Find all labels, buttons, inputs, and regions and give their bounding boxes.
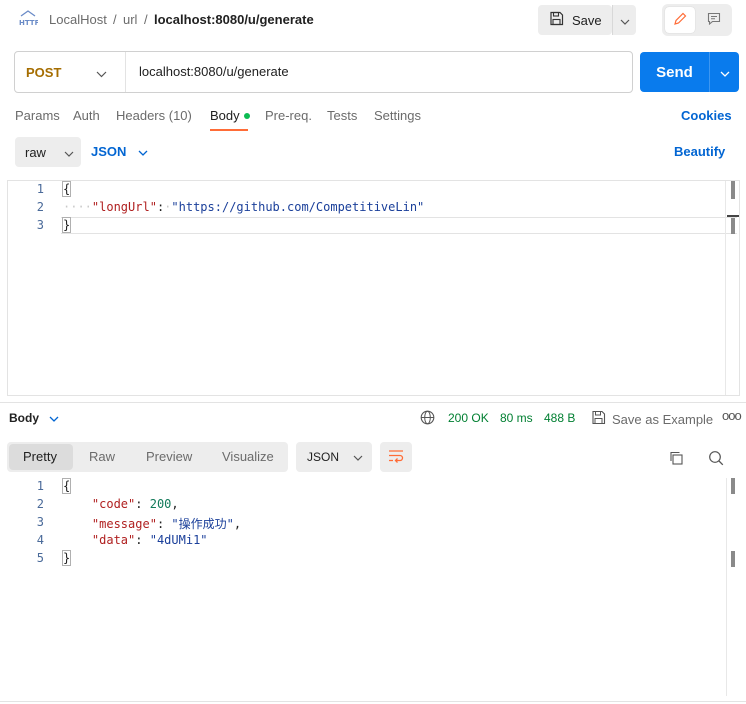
bottom-divider [0, 701, 746, 702]
pencil-icon [673, 12, 687, 29]
editor-scrollbar[interactable] [725, 181, 726, 395]
json-key: "data" [91, 533, 136, 547]
body-type-label: raw [25, 144, 46, 160]
view-tab-raw[interactable]: Raw [89, 449, 115, 464]
code-line: { [61, 181, 72, 197]
breadcrumb-separator: / [113, 12, 117, 27]
save-button[interactable]: Save [538, 5, 612, 35]
json-value: "操作成功" [171, 517, 234, 531]
url-divider [125, 52, 126, 92]
response-scrollbar[interactable] [726, 478, 727, 696]
save-icon [549, 11, 564, 29]
body-language-select[interactable]: JSON [91, 144, 148, 159]
view-tab-pretty[interactable]: Pretty [23, 449, 57, 464]
response-time[interactable]: 80 ms [500, 411, 533, 425]
active-tab-indicator [210, 129, 248, 131]
save-options-dropdown[interactable] [612, 5, 636, 35]
tab-params[interactable]: Params [15, 108, 60, 123]
scrollbar-thumb[interactable] [731, 478, 735, 494]
chevron-down-icon [64, 145, 74, 160]
status-code[interactable]: 200 OK [448, 411, 489, 425]
line-number: 3 [36, 515, 44, 529]
line-number: 1 [36, 182, 44, 196]
search-icon[interactable] [704, 446, 728, 470]
http-request-icon: HTTP [18, 10, 40, 28]
tab-settings[interactable]: Settings [374, 108, 421, 123]
body-language-label: JSON [91, 144, 127, 159]
breadcrumb-separator: / [144, 12, 148, 27]
http-method-select[interactable]: POST [26, 65, 61, 80]
send-button[interactable]: Send [640, 52, 709, 92]
scrollbar-marker [731, 551, 735, 567]
save-icon [591, 410, 606, 428]
scrollbar-marker [731, 218, 735, 234]
line-number: 1 [36, 479, 44, 493]
view-tab-visualize[interactable]: Visualize [222, 449, 274, 464]
scrollbar-thumb[interactable] [731, 181, 735, 199]
save-as-example-button[interactable]: Save as Example [591, 410, 713, 428]
line-number: 4 [36, 533, 44, 547]
response-format-select[interactable]: JSON [296, 442, 372, 472]
code-line: "message": "操作成功", [91, 517, 242, 531]
chevron-down-icon [49, 411, 59, 425]
code-line: "data": "4dUMi1" [91, 533, 208, 547]
code-line: } [61, 217, 72, 233]
code-line: "code": 200, [91, 497, 179, 511]
code-line: } [61, 550, 72, 566]
comments-button[interactable] [699, 7, 729, 33]
send-options-dropdown[interactable] [709, 52, 739, 92]
tab-body[interactable]: Body [210, 108, 250, 123]
code-line: { [61, 478, 72, 494]
code-line: ····"longUrl":·"https://github.com/Compe… [63, 200, 425, 214]
current-line-highlight [61, 217, 737, 234]
globe-icon[interactable] [420, 410, 435, 428]
body-modified-indicator [243, 112, 250, 119]
json-key: "code" [91, 497, 136, 511]
response-size[interactable]: 488 B [544, 411, 575, 425]
copy-icon[interactable] [664, 446, 688, 470]
chevron-down-icon [353, 450, 363, 464]
response-body-label: Body [9, 411, 39, 425]
line-number: 5 [36, 551, 44, 565]
edit-mode-button[interactable] [665, 7, 695, 33]
svg-text:HTTP: HTTP [19, 19, 38, 27]
body-type-select[interactable]: raw [15, 137, 81, 167]
json-key: "message" [91, 517, 157, 531]
line-number: 3 [36, 218, 44, 232]
chevron-down-icon [138, 144, 148, 159]
save-as-example-label: Save as Example [612, 411, 714, 427]
json-value: "https://github.com/CompetitiveLin" [171, 200, 425, 214]
wrap-lines-icon [388, 449, 404, 466]
url-input[interactable]: localhost:8080/u/generate [139, 64, 289, 79]
tab-headers[interactable]: Headers (10) [116, 108, 192, 123]
chevron-down-icon[interactable] [96, 66, 107, 81]
tab-tests[interactable]: Tests [327, 108, 357, 123]
cookies-link[interactable]: Cookies [681, 108, 732, 123]
json-value: 200 [149, 497, 172, 511]
tab-auth[interactable]: Auth [73, 108, 100, 123]
breadcrumb-request-name[interactable]: localhost:8080/u/generate [154, 12, 314, 27]
response-divider[interactable] [0, 402, 746, 403]
comment-icon [707, 12, 721, 28]
json-key: "longUrl" [91, 200, 157, 214]
save-label: Save [572, 12, 602, 28]
line-number: 2 [36, 497, 44, 511]
tab-pre-request[interactable]: Pre-req. [265, 108, 312, 123]
response-section-select[interactable]: Body [9, 411, 59, 425]
breadcrumb-collection[interactable]: LocalHost [49, 12, 107, 27]
chevron-down-icon [720, 65, 730, 80]
breadcrumb-folder[interactable]: url [123, 12, 137, 27]
view-tab-preview[interactable]: Preview [146, 449, 192, 464]
chevron-down-icon [620, 13, 630, 28]
tab-body-label: Body [210, 108, 240, 123]
json-value: "4dUMi1" [149, 533, 208, 547]
line-number: 2 [36, 200, 44, 214]
beautify-link[interactable]: Beautify [674, 144, 725, 159]
cursor-marker [727, 215, 739, 217]
more-options-icon[interactable]: ooo [722, 408, 742, 423]
response-format-label: JSON [307, 450, 340, 464]
wrap-lines-button[interactable] [380, 442, 412, 472]
